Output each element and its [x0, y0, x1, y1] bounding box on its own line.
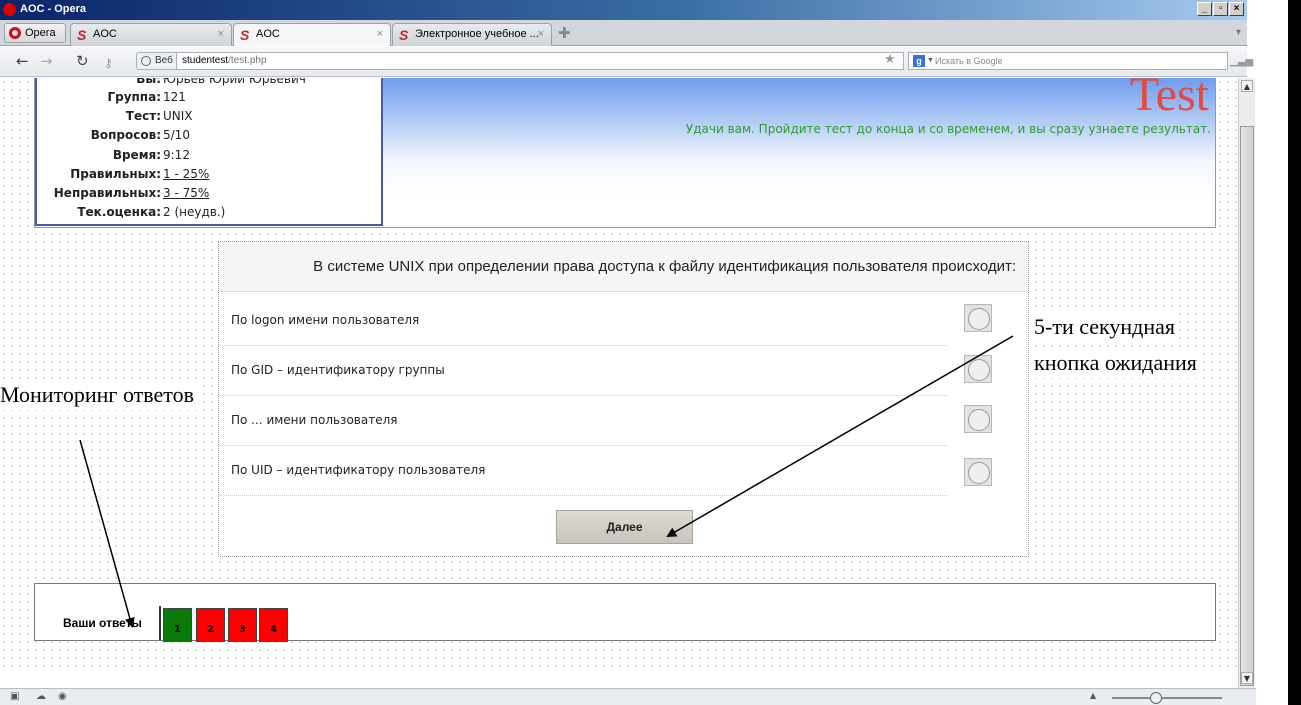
answers-label: Ваши ответы: [63, 616, 142, 630]
scroll-thumb[interactable]: [1240, 126, 1254, 686]
wish-text: Удачи вам. Пройдите тест до конца и со в…: [685, 122, 1211, 136]
new-tab-icon[interactable]: ✚: [558, 26, 574, 42]
tab-label: AOC: [256, 28, 280, 40]
tab-close-icon[interactable]: ×: [377, 24, 383, 45]
signal-bars-icon: ▁▃▅: [1230, 56, 1254, 67]
google-icon: g: [913, 55, 925, 67]
answer-radio-1[interactable]: [964, 304, 992, 332]
search-engine-chevron-icon[interactable]: ▼: [927, 53, 934, 69]
url-host: studentest: [182, 55, 229, 66]
student-info-box: Вы: Юрьев Юрий Юрьевич Группа: 121 Тест:…: [35, 78, 383, 226]
search-placeholder: Искать в Google: [935, 56, 1003, 66]
site-badge-label: Веб: [155, 55, 173, 66]
opera-logo-icon: [3, 3, 16, 16]
url-path: /test.php: [228, 55, 267, 66]
answer-result-3[interactable]: 3: [228, 608, 257, 642]
screen-edge: [1256, 0, 1301, 705]
tab-list-chevron-icon[interactable]: ▾: [1236, 27, 1241, 38]
answer-option[interactable]: По ... имени пользователя: [219, 396, 947, 446]
header-panel: Вы: Юрьев Юрий Юрьевич Группа: 121 Тест:…: [34, 78, 1216, 228]
turbo-icon[interactable]: ◉: [58, 691, 70, 703]
site-favicon-icon: S: [77, 27, 87, 43]
browser-window: AOC - Opera _ ▫ × Opera S AOC × S AOC × …: [0, 0, 1301, 705]
tab-aoc-1[interactable]: S AOC ×: [70, 23, 232, 46]
url-field[interactable]: studentest/test.php: [176, 52, 904, 70]
minimize-button[interactable]: _: [1197, 2, 1212, 16]
zoom-knob[interactable]: [1150, 692, 1162, 704]
answer-radio-2[interactable]: [964, 355, 992, 383]
site-info-badge[interactable]: Веб: [136, 52, 180, 70]
annotation-monitoring: Мониторинг ответов: [0, 380, 199, 410]
search-input[interactable]: g ▼ Искать в Google: [908, 52, 1228, 70]
answer-option[interactable]: По UID – идентификатору пользователя: [219, 446, 947, 496]
black-border: [1288, 0, 1301, 705]
answer-radio-3[interactable]: [964, 405, 992, 433]
answers-monitor-panel: Ваши ответы 1 2 3 4: [34, 583, 1216, 642]
address-toolbar: ← → ↻ ⚷ Веб studentest/test.php ★ g ▼ Ис…: [0, 47, 1253, 77]
key-icon[interactable]: ⚷: [104, 55, 113, 71]
maximize-button[interactable]: ▫: [1213, 2, 1228, 16]
tab-aoc-2[interactable]: S AOC ×: [233, 23, 391, 46]
title-bar: AOC - Opera _ ▫ ×: [0, 0, 1247, 20]
reload-icon[interactable]: ↻: [76, 53, 89, 69]
answer-result-2[interactable]: 2: [196, 608, 225, 642]
zoom-slider[interactable]: [1112, 692, 1222, 704]
tab-label: AOC: [93, 28, 117, 40]
site-favicon-icon: S: [399, 27, 409, 43]
test-logo: Test: [1129, 78, 1209, 121]
scroll-up-arrow-icon[interactable]: ▲: [1241, 80, 1253, 92]
opera-menu-label: Opera: [25, 27, 56, 39]
tab-label: Электронное учебное ...: [415, 28, 539, 40]
correct-link[interactable]: 1 - 25%: [163, 167, 209, 181]
panel-toggle-icon[interactable]: ▣: [10, 691, 22, 703]
zoom-chevron-icon[interactable]: ▲: [1090, 691, 1096, 700]
unite-cloud-icon[interactable]: ☁: [36, 691, 48, 703]
answer-option[interactable]: По logon имени пользователя: [219, 296, 947, 346]
wrong-link[interactable]: 3 - 75%: [163, 186, 209, 200]
answer-result-1[interactable]: 1: [163, 608, 192, 642]
answer-radio-4[interactable]: [964, 458, 992, 486]
site-favicon-icon: S: [240, 27, 250, 43]
vertical-scrollbar[interactable]: ▲ ▼: [1238, 78, 1255, 688]
status-bar: ▣ ☁ ◉ ▲: [0, 688, 1256, 705]
tab-bar: Opera S AOC × S AOC × S Электронное учеб…: [0, 20, 1247, 46]
annotation-wait-line2: кнопка ожидания: [1030, 348, 1201, 378]
tab-close-icon[interactable]: ×: [218, 24, 224, 45]
window-title: AOC - Opera: [20, 3, 87, 15]
opera-menu-button[interactable]: Opera: [4, 23, 66, 43]
opera-logo-icon: [9, 27, 21, 39]
answers-divider: [159, 606, 161, 640]
question-text: В системе UNIX при определении права дос…: [219, 242, 1028, 292]
window-controls: _ ▫ ×: [1197, 2, 1244, 16]
globe-icon: [141, 56, 151, 66]
next-button[interactable]: Далее: [556, 510, 693, 544]
back-arrow-icon[interactable]: ←: [16, 53, 29, 69]
tab-textbook[interactable]: S Электронное учебное ... ×: [392, 23, 552, 46]
tab-close-icon[interactable]: ×: [538, 24, 544, 45]
annotation-wait-line1: 5-ти секундная: [1030, 312, 1180, 342]
close-button[interactable]: ×: [1229, 2, 1244, 16]
answer-result-4[interactable]: 4: [259, 608, 288, 642]
forward-arrow-icon[interactable]: →: [40, 53, 53, 69]
bookmark-star-icon[interactable]: ★: [884, 52, 896, 67]
question-panel: В системе UNIX при определении права дос…: [218, 241, 1029, 557]
answer-option[interactable]: По GID – идентификатору группы: [219, 346, 947, 396]
scroll-down-arrow-icon[interactable]: ▼: [1241, 672, 1253, 684]
